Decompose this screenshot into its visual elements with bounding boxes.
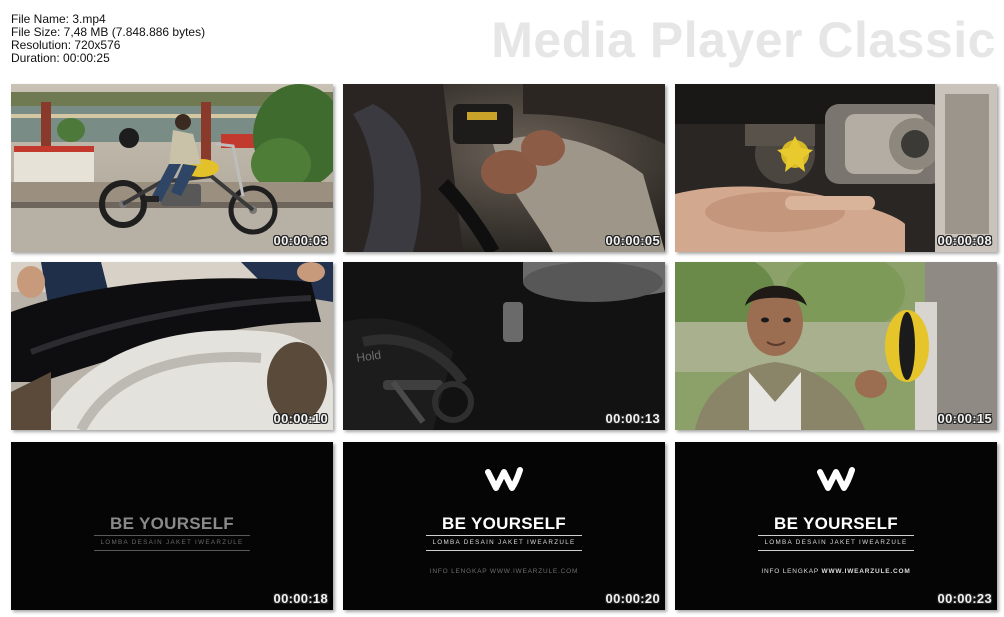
card-divider [758,535,914,536]
timestamp-label: 00:00:20 [605,591,660,606]
card-footer-url: WWW.IWEARZULE.COM [821,568,911,575]
rider-on-motorcycle-image [11,84,333,252]
timestamp-label: 00:00:13 [605,411,660,426]
timestamp-label: 00:00:08 [937,233,992,248]
carburetor-closeup-image [675,84,997,252]
card-footer: INFO LENGKAP WWW.IWEARZULE.COM [675,568,997,575]
card-headline: BE YOURSELF [442,514,566,533]
logo-icon [675,464,997,499]
card-headline: BE YOURSELF [110,514,234,533]
card-subline: LOMBA DESAIN JAKET IWEARZULE [432,539,576,546]
thumbnail-1[interactable]: 00:00:03 [11,84,333,252]
card-subline: LOMBA DESAIN JAKET IWEARZULE [100,539,244,546]
thumbnail-5[interactable]: Hold 00:00:13 [343,262,665,430]
seat-and-fender-image [11,262,333,430]
logo-icon [343,464,665,499]
title-card: BE YOURSELF LOMBA DESAIN JAKET IWEARZULE [11,442,333,610]
thumbnail-3[interactable]: 00:00:08 [675,84,997,252]
thumbnail-7[interactable]: BE YOURSELF LOMBA DESAIN JAKET IWEARZULE… [11,442,333,610]
thumbnail-4[interactable]: 00:00:10 [11,262,333,430]
timestamp-label: 00:00:10 [273,411,328,426]
card-footer-url: WWW.IWEARZULE.COM [489,568,579,575]
card-headline: BE YOURSELF [774,514,898,533]
title-card: BE YOURSELF LOMBA DESAIN JAKET IWEARZULE… [343,442,665,610]
thumbnail-6[interactable]: 00:00:15 [675,262,997,430]
thumbnail-9[interactable]: BE YOURSELF LOMBA DESAIN JAKET IWEARZULE… [675,442,997,610]
portrait-with-bike-image [675,262,997,430]
dark-engine-detail-image: Hold [343,262,665,430]
timestamp-label: 00:00:15 [937,411,992,426]
card-footer: INFO LENGKAP WWW.IWEARZULE.COM [343,568,665,575]
brand-watermark: Media Player Classic [491,12,996,68]
file-info: File Name: 3.mp4 File Size: 7,48 MB (7.8… [11,13,205,65]
card-divider [426,550,582,551]
timestamp-label: 00:00:05 [605,233,660,248]
card-divider [94,550,250,551]
duration-line: Duration: 00:00:25 [11,51,110,65]
card-footer-prefix: INFO LENGKAP [761,568,819,575]
title-card: BE YOURSELF LOMBA DESAIN JAKET IWEARZULE… [675,442,997,610]
card-footer-prefix: INFO LENGKAP [429,568,488,575]
thumbnail-8[interactable]: BE YOURSELF LOMBA DESAIN JAKET IWEARZULE… [343,442,665,610]
card-divider [94,535,250,536]
timestamp-label: 00:00:03 [273,233,328,248]
card-divider [426,535,582,536]
timestamp-label: 00:00:23 [937,591,992,606]
card-subline: LOMBA DESAIN JAKET IWEARZULE [764,539,908,546]
hands-working-on-engine-image [343,84,665,252]
timestamp-label: 00:00:18 [273,591,328,606]
sheet-header: File Name: 3.mp4 File Size: 7,48 MB (7.8… [0,0,1004,78]
thumbnail-2[interactable]: 00:00:05 [343,84,665,252]
card-divider [758,550,914,551]
